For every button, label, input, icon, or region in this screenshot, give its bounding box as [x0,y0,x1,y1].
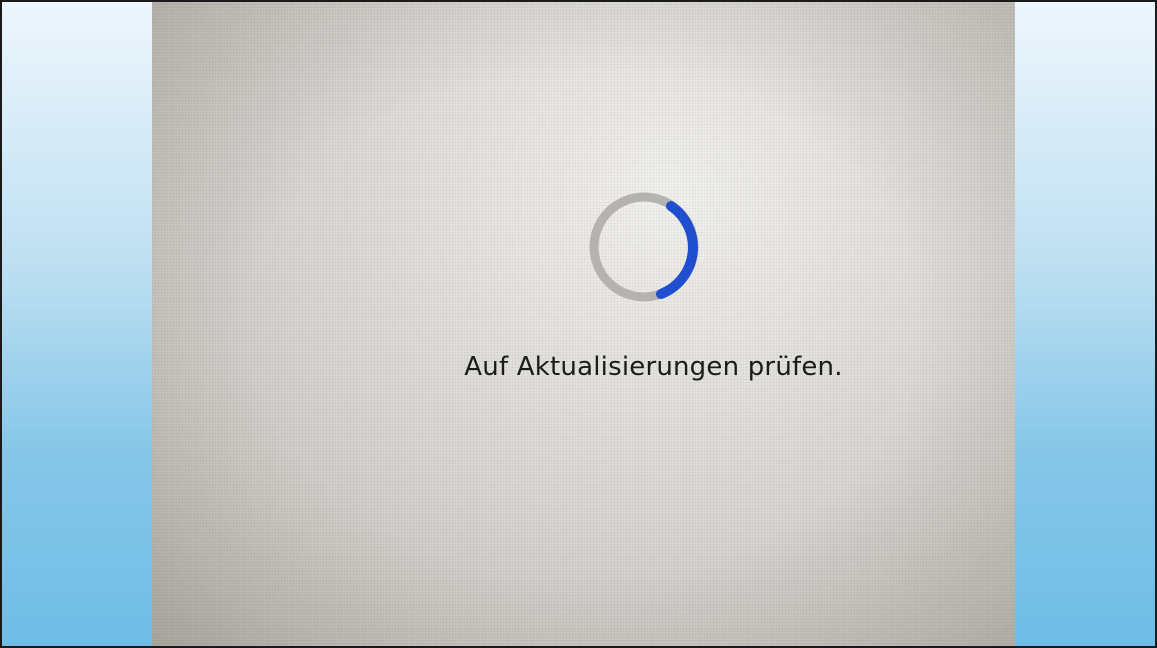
screen-photo: Auf Aktualisierungen prüfen. [152,2,1015,646]
slide-frame: Auf Aktualisierungen prüfen. [0,0,1157,648]
status-message: Auf Aktualisierungen prüfen. [464,352,843,382]
spinner-arc [656,201,698,299]
loading-spinner-icon [589,192,699,302]
